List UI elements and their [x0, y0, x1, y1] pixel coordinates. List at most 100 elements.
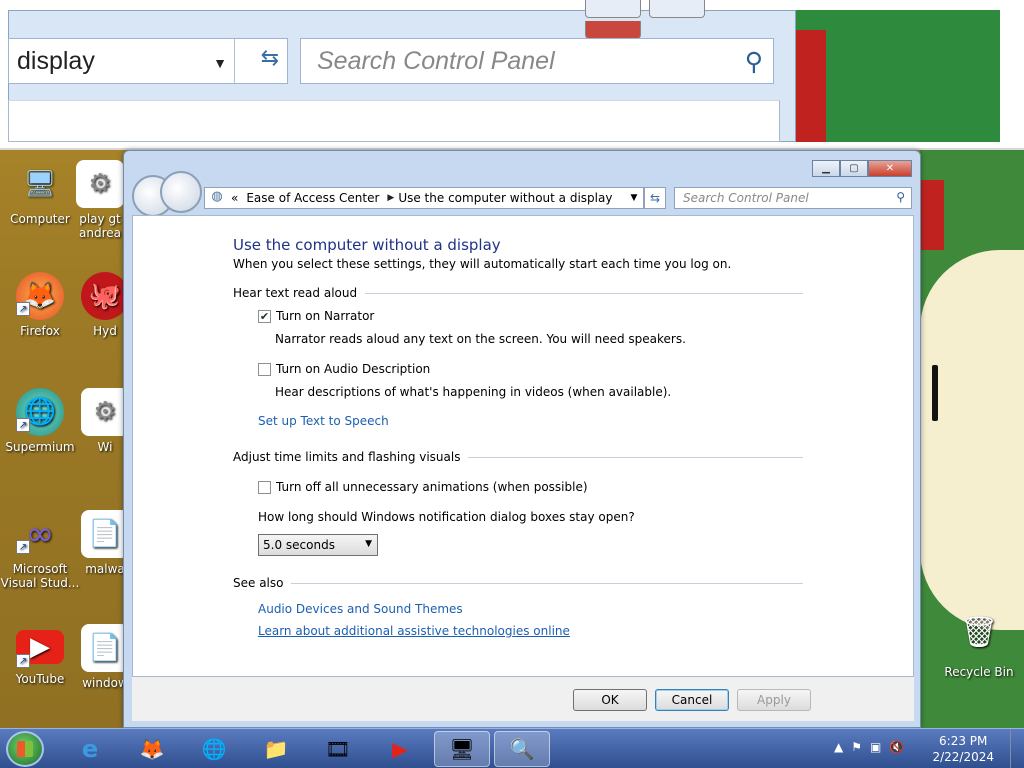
clock-time: 6:23 PM: [939, 734, 988, 748]
desktop-icon-label: YouTube: [15, 672, 65, 686]
section-time-limits: Adjust time limits and flashing visuals: [233, 450, 803, 464]
desktop-icon-supermium[interactable]: 🌐 ↗ Supermium: [0, 388, 80, 454]
youtube-icon: ▶: [392, 737, 408, 761]
page-title: Use the computer without a display: [233, 236, 501, 254]
bg-window-content: [8, 100, 780, 142]
chevron-down-icon[interactable]: ▼: [625, 193, 643, 203]
bg-search-placeholder: Search Control Panel: [317, 47, 555, 75]
notification-duration-value: 5.0 seconds: [263, 538, 335, 552]
clock-date: 2/22/2024: [932, 750, 994, 764]
bg-window-controls: [585, 0, 775, 39]
media-player-icon: 🎞: [325, 737, 351, 761]
taskbar-supermium[interactable]: 🌐: [188, 731, 240, 767]
assistive-tech-link[interactable]: Learn about additional assistive technol…: [258, 624, 803, 638]
taskbar-magnifier[interactable]: 🔍: [494, 731, 550, 767]
hydra-icon: 🐙: [81, 272, 129, 320]
refresh-button[interactable]: ⇆: [644, 187, 666, 209]
navigation-toolbar: ◍ « Ease of Access Center ▶ Use the comp…: [132, 171, 914, 217]
supermium-icon: 🌐: [201, 737, 227, 761]
system-tray: ▲ ⚑ ▣ 🔇 6:23 PM 2/22/2024: [834, 729, 1024, 768]
search-icon[interactable]: ⚲: [896, 190, 905, 204]
taskbar-internet-explorer[interactable]: e: [64, 731, 116, 767]
animations-label[interactable]: Turn off all unnecessary animations (whe…: [276, 480, 588, 494]
bg-search-input[interactable]: Search Control Panel ⚲: [300, 38, 774, 84]
audio-description-text: Hear descriptions of what's happening in…: [275, 385, 672, 399]
audio-description-label[interactable]: Turn on Audio Description: [276, 362, 430, 376]
search-input[interactable]: Search Control Panel ⚲: [674, 187, 912, 209]
desktop-icons: 🖥 Computer ⚙ play gt andrea 🦊 ↗ Firefox …: [0, 150, 130, 730]
shortcut-arrow-icon: ↗: [16, 418, 30, 432]
computer-icon: 🖥: [23, 169, 57, 199]
desktop-icon-firefox[interactable]: 🦊 ↗ Firefox: [0, 272, 80, 338]
refresh-icon[interactable]: ⇆: [261, 45, 279, 71]
taskbar-file-explorer[interactable]: 📁: [250, 731, 302, 767]
desktop-icon-label: Microsoft Visual Stud...: [0, 562, 80, 590]
audio-description-checkbox[interactable]: [258, 362, 271, 376]
maximize-button[interactable]: ▢: [840, 160, 868, 177]
taskbar-control-panel[interactable]: 🖥: [434, 731, 490, 767]
magnifier-lens-overlay: [132, 171, 204, 217]
text-to-speech-link[interactable]: Set up Text to Speech: [258, 414, 803, 428]
narrator-description: Narrator reads aloud any text on the scr…: [275, 332, 686, 346]
shortcut-arrow-icon: ↗: [16, 302, 30, 316]
show-desktop-button[interactable]: [1010, 729, 1024, 768]
section-heading: See also: [233, 576, 284, 590]
desktop-icon-youtube[interactable]: ▶ ↗ YouTube: [0, 624, 80, 686]
show-hidden-icons-icon[interactable]: ▲: [834, 740, 843, 754]
desktop-icon-label: Supermium: [5, 440, 75, 454]
search-icon[interactable]: ⚲: [745, 47, 763, 77]
apply-button[interactable]: Apply: [737, 689, 811, 711]
clock[interactable]: 6:23 PM 2/22/2024: [932, 733, 994, 765]
narrator-checkbox[interactable]: ✔: [258, 309, 271, 323]
address-bar[interactable]: ◍ « Ease of Access Center ▶ Use the comp…: [204, 187, 644, 209]
control-panel-icon: 🖥: [449, 737, 475, 761]
desktop-icon-play-gt[interactable]: ⚙ play gt andrea: [70, 160, 130, 240]
bg-wallpaper-art: [796, 10, 1000, 142]
page-subtitle: When you select these settings, they wil…: [233, 257, 732, 271]
breadcrumb-ease-of-access[interactable]: Ease of Access Center: [244, 191, 385, 205]
file-icon: 📄: [81, 510, 129, 558]
breadcrumb-current[interactable]: Use the computer without a display: [396, 191, 618, 205]
dialog-footer: OK Cancel Apply: [132, 677, 914, 721]
settings-file-icon: ⚙: [76, 160, 124, 208]
bg-address-text: display: [17, 47, 95, 75]
main-content: Use the computer without a display When …: [132, 215, 914, 677]
desktop-icon-computer[interactable]: 🖥 Computer: [0, 160, 80, 226]
windows-logo-icon: [17, 741, 33, 757]
minimize-button[interactable]: ▁: [812, 160, 840, 177]
file-icon: 📄: [81, 624, 129, 672]
audio-description-option[interactable]: Turn on Audio Description: [258, 362, 803, 376]
audio-devices-link[interactable]: Audio Devices and Sound Themes: [258, 602, 803, 616]
firefox-icon: 🦊: [139, 737, 165, 761]
start-button[interactable]: [6, 731, 44, 767]
taskbar-media-player[interactable]: 🎞: [312, 731, 364, 767]
section-see-also: See also: [233, 576, 803, 590]
notification-duration-select[interactable]: 5.0 seconds ▼: [258, 534, 378, 556]
volume-muted-icon[interactable]: 🔇: [889, 740, 904, 754]
section-heading: Hear text read aloud: [233, 286, 358, 300]
desktop-icon-visual-studio[interactable]: ∞ ↗ Microsoft Visual Stud...: [0, 510, 80, 590]
animations-option[interactable]: Turn off all unnecessary animations (whe…: [258, 480, 803, 494]
cancel-button[interactable]: Cancel: [655, 689, 729, 711]
chevron-down-icon[interactable]: ▼: [213, 55, 227, 71]
desktop-icon-label: Computer: [10, 212, 70, 226]
action-center-flag-icon[interactable]: ⚑: [851, 740, 862, 754]
ok-button[interactable]: OK: [573, 689, 647, 711]
tray-icons: ▲ ⚑ ▣ 🔇: [834, 740, 904, 754]
taskbar-firefox[interactable]: 🦊: [126, 731, 178, 767]
narrator-option[interactable]: ✔ Turn on Narrator: [258, 309, 803, 323]
close-button[interactable]: ✕: [868, 160, 912, 177]
animations-checkbox[interactable]: [258, 480, 271, 494]
breadcrumb-overflow[interactable]: «: [229, 191, 244, 205]
narrator-label[interactable]: Turn on Narrator: [276, 309, 374, 323]
chevron-right-icon[interactable]: ▶: [385, 193, 396, 203]
network-icon[interactable]: ▣: [870, 740, 881, 754]
chevron-down-icon[interactable]: ▼: [365, 539, 372, 549]
section-hear-text: Hear text read aloud: [233, 286, 803, 300]
section-heading: Adjust time limits and flashing visuals: [233, 450, 461, 464]
bg-address-bar[interactable]: display ▼ ⇆: [8, 38, 288, 84]
control-panel-icon: ◍: [211, 189, 223, 204]
background-magnified-window: display ▼ ⇆ Search Control Panel ⚲: [0, 0, 1024, 150]
taskbar-youtube[interactable]: ▶: [374, 731, 426, 767]
desktop-icon-recycle-bin[interactable]: 🗑 Recycle Bin: [944, 615, 1014, 679]
